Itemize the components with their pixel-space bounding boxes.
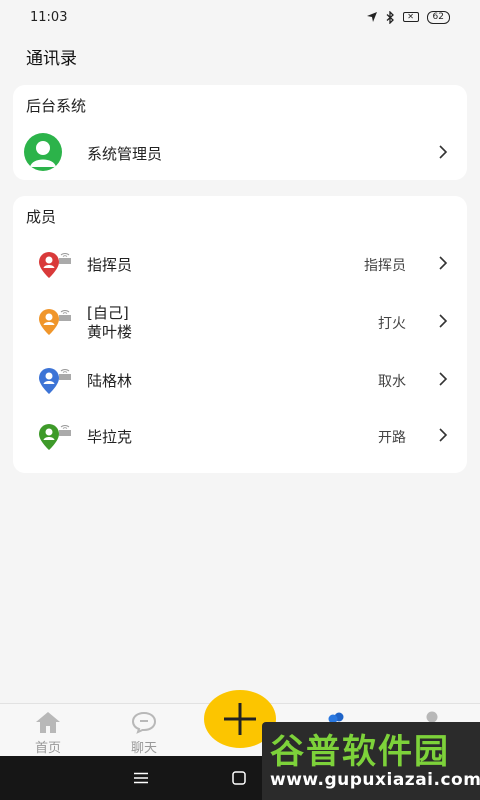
page-title: 通讯录 — [26, 49, 77, 69]
chevron-right-icon — [439, 145, 448, 159]
home-square-icon[interactable] — [232, 771, 246, 785]
member-name: 陆格林 — [87, 372, 133, 390]
members-card: 成员 指挥员 指挥员 [自己] 黄叶楼 打火 陆格林 取水 毕拉克 开路 — [13, 196, 467, 473]
watermark: 谷普软件园 www.gupuxiazai.com — [262, 722, 480, 800]
status-time: 11:03 — [30, 9, 68, 25]
bluetooth-icon — [386, 10, 394, 24]
member-location-icon — [39, 309, 71, 335]
chevron-right-icon — [439, 372, 448, 386]
chevron-right-icon — [439, 428, 448, 442]
member-name: 指挥员 — [87, 256, 133, 274]
section-title-backend: 后台系统 — [26, 97, 87, 115]
section-title-members: 成员 — [26, 208, 57, 226]
location-icon — [366, 12, 377, 22]
member-role: 开路 — [378, 430, 406, 446]
member-name: 黄叶楼 — [87, 323, 133, 341]
watermark-url: www.gupuxiazai.com — [270, 770, 480, 790]
admin-name: 系统管理员 — [87, 145, 163, 163]
member-location-icon — [39, 368, 71, 394]
member-role: 打火 — [378, 316, 406, 332]
chevron-right-icon — [439, 256, 448, 270]
nav-label-chat: 聊天 — [130, 741, 157, 756]
menu-icon[interactable] — [133, 772, 149, 784]
status-icons: ✕ 62 — [366, 10, 450, 24]
admin-row[interactable]: 系统管理员 — [13, 129, 467, 177]
member-role: 指挥员 — [364, 258, 406, 274]
member-location-icon — [39, 252, 71, 278]
member-row[interactable]: 指挥员 指挥员 — [13, 236, 467, 292]
home-icon — [36, 712, 60, 733]
member-row[interactable]: 陆格林 取水 — [13, 352, 467, 408]
member-role: 取水 — [378, 374, 406, 390]
nav-item-home[interactable]: 首页 — [0, 704, 96, 757]
admin-avatar-icon — [24, 133, 62, 171]
backend-card: 后台系统 系统管理员 — [13, 85, 467, 180]
nav-label-home: 首页 — [34, 741, 61, 756]
member-row[interactable]: 毕拉克 开路 — [13, 408, 467, 464]
battery-icon: 62 — [426, 10, 450, 24]
sim-icon: ✕ — [402, 12, 419, 22]
member-name: 毕拉克 — [87, 428, 133, 446]
watermark-title: 谷普软件园 — [270, 732, 450, 772]
nav-item-chat[interactable]: 聊天 — [96, 704, 192, 757]
member-row[interactable]: [自己] 黄叶楼 打火 — [13, 294, 467, 354]
status-bar: 11:03 ✕ 62 — [0, 0, 480, 34]
member-location-icon — [39, 424, 71, 450]
member-tag: [自己] — [87, 304, 129, 322]
chevron-right-icon — [439, 314, 448, 328]
chat-icon — [131, 711, 157, 734]
